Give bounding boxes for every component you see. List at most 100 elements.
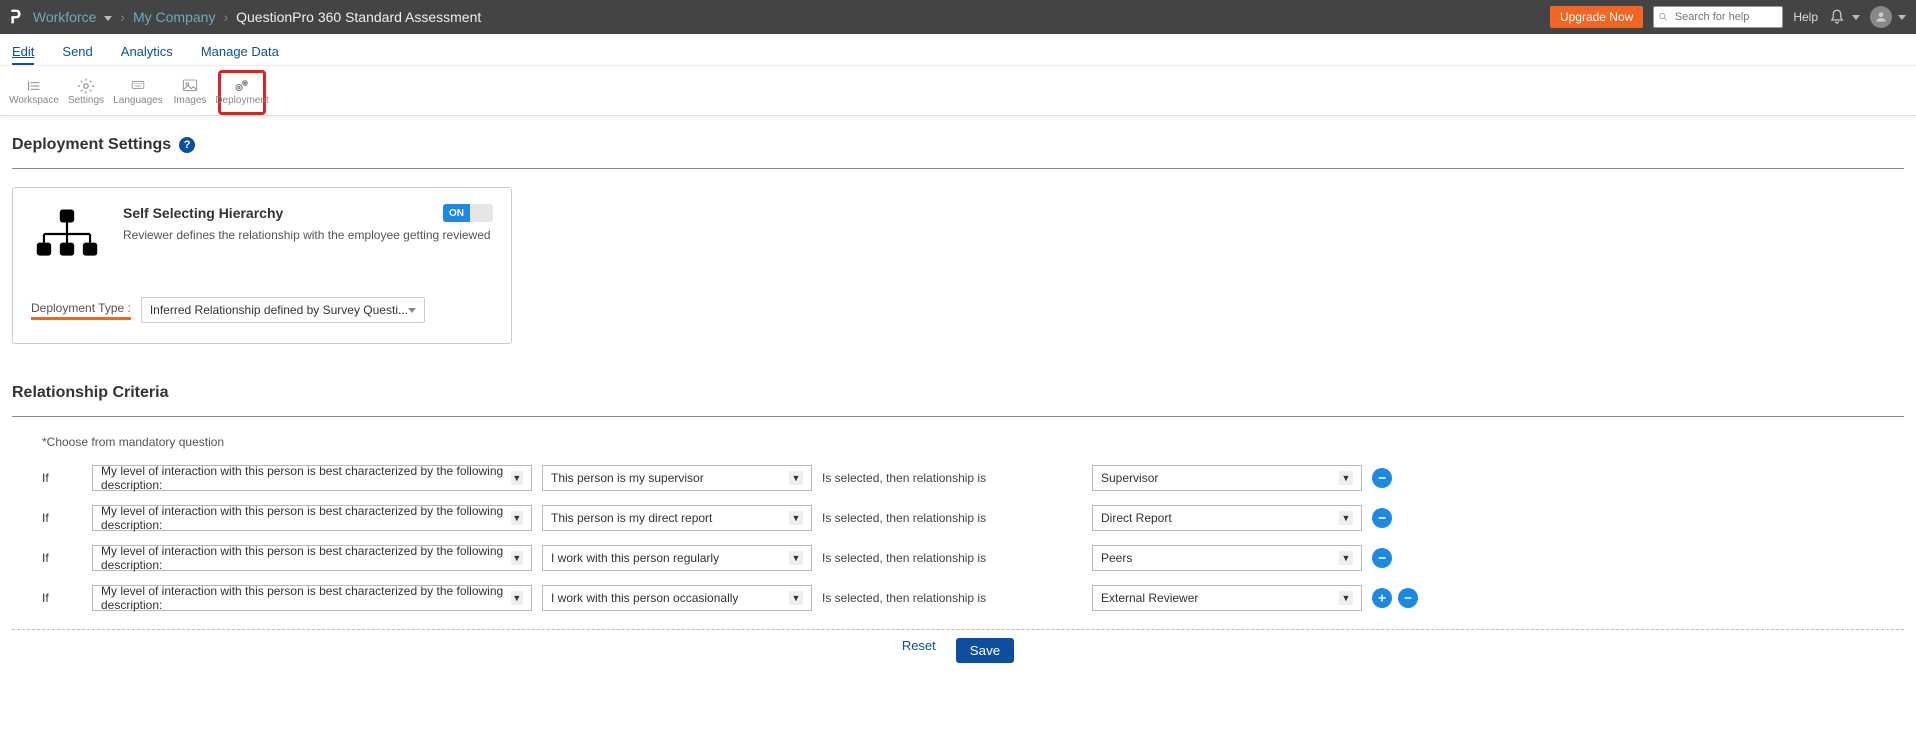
answer-select[interactable]: This person is my supervisor ▼ bbox=[542, 465, 812, 491]
deployment-card-title: Self Selecting Hierarchy bbox=[123, 205, 283, 221]
relationship-value: Peers bbox=[1101, 551, 1132, 565]
remove-row-button[interactable] bbox=[1372, 508, 1392, 528]
minus-icon bbox=[1402, 592, 1414, 604]
if-label: If bbox=[42, 591, 82, 605]
answer-select[interactable]: This person is my direct report ▼ bbox=[542, 505, 812, 531]
chevron-down-icon: ▼ bbox=[1339, 551, 1353, 565]
minus-icon bbox=[1376, 552, 1388, 564]
criteria-row: If My level of interaction with this per… bbox=[12, 583, 1904, 630]
remove-row-button[interactable] bbox=[1372, 468, 1392, 488]
criteria-section-title-text: Relationship Criteria bbox=[12, 384, 168, 402]
tool-workspace[interactable]: Workspace bbox=[10, 70, 58, 115]
answer-value: This person is my direct report bbox=[551, 511, 712, 525]
reset-button[interactable]: Reset bbox=[902, 638, 936, 663]
if-label: If bbox=[42, 471, 82, 485]
plus-icon bbox=[1376, 592, 1388, 604]
row-actions bbox=[1372, 548, 1432, 568]
criteria-row: If My level of interaction with this per… bbox=[12, 543, 1904, 573]
help-link[interactable]: Help bbox=[1793, 10, 1818, 24]
chevron-down-icon: ▼ bbox=[789, 471, 803, 485]
chevron-down-icon: ▼ bbox=[1339, 471, 1353, 485]
remove-row-button[interactable] bbox=[1398, 588, 1418, 608]
tool-settings-label: Settings bbox=[68, 95, 104, 106]
row-actions bbox=[1372, 468, 1432, 488]
relationship-select[interactable]: Supervisor ▼ bbox=[1092, 465, 1362, 491]
avatar bbox=[1870, 6, 1892, 28]
criteria-mid-text: Is selected, then relationship is bbox=[822, 591, 1082, 605]
remove-row-button[interactable] bbox=[1372, 548, 1392, 568]
chevron-down-icon: ▼ bbox=[511, 551, 523, 565]
deployment-card-header: Self Selecting Hierarchy ON bbox=[123, 204, 493, 222]
relationship-value: Supervisor bbox=[1101, 471, 1158, 485]
if-label: If bbox=[42, 551, 82, 565]
deployment-type-value: Inferred Relationship defined by Survey … bbox=[150, 303, 408, 317]
criteria-mid-text: Is selected, then relationship is bbox=[822, 551, 1082, 565]
toggle-on-label: ON bbox=[443, 204, 470, 222]
bell-icon bbox=[1828, 8, 1846, 26]
save-button[interactable]: Save bbox=[956, 638, 1014, 663]
relationship-select[interactable]: Peers ▼ bbox=[1092, 545, 1362, 571]
answer-value: This person is my supervisor bbox=[551, 471, 704, 485]
hierarchy-icon bbox=[31, 204, 103, 267]
tool-languages-label: Languages bbox=[113, 95, 163, 106]
chevron-down-icon bbox=[408, 308, 416, 313]
criteria-section-title: Relationship Criteria bbox=[12, 384, 1904, 402]
relationship-select[interactable]: External Reviewer ▼ bbox=[1092, 585, 1362, 611]
relationship-value: Direct Report bbox=[1101, 511, 1172, 525]
upgrade-button[interactable]: Upgrade Now bbox=[1550, 6, 1643, 28]
minus-icon bbox=[1376, 512, 1388, 524]
tool-languages[interactable]: Languages bbox=[114, 70, 162, 115]
gears-icon bbox=[230, 77, 254, 95]
question-value: My level of interaction with this person… bbox=[101, 464, 511, 492]
self-selecting-toggle[interactable]: ON bbox=[443, 204, 493, 222]
criteria-mid-text: Is selected, then relationship is bbox=[822, 511, 1082, 525]
breadcrumb-product[interactable]: Workforce bbox=[33, 9, 112, 25]
tab-manage-data[interactable]: Manage Data bbox=[201, 40, 279, 65]
deployment-card-desc: Reviewer defines the relationship with t… bbox=[123, 228, 493, 242]
criteria-hint: *Choose from mandatory question bbox=[42, 435, 1904, 449]
deployment-type-row: Deployment Type : Inferred Relationship … bbox=[31, 297, 493, 323]
deployment-type-select[interactable]: Inferred Relationship defined by Survey … bbox=[141, 297, 425, 323]
answer-select[interactable]: I work with this person regularly ▼ bbox=[542, 545, 812, 571]
chevron-down-icon bbox=[104, 16, 112, 21]
tab-edit[interactable]: Edit bbox=[12, 40, 34, 65]
question-select[interactable]: My level of interaction with this person… bbox=[92, 585, 532, 611]
add-row-button[interactable] bbox=[1372, 588, 1392, 608]
deployment-card: Self Selecting Hierarchy ON Reviewer def… bbox=[12, 187, 512, 344]
question-value: My level of interaction with this person… bbox=[101, 584, 511, 612]
tool-images[interactable]: Images bbox=[166, 70, 214, 115]
main-tabs: Edit Send Analytics Manage Data bbox=[0, 34, 1916, 66]
content: Deployment Settings ? Self Selecting Hie… bbox=[0, 116, 1916, 695]
tool-settings[interactable]: Settings bbox=[62, 70, 110, 115]
tool-deployment[interactable]: Deployment bbox=[218, 70, 266, 115]
chevron-down-icon: ▼ bbox=[511, 591, 523, 605]
tool-workspace-label: Workspace bbox=[9, 95, 59, 106]
search-input[interactable] bbox=[1673, 10, 1779, 24]
user-menu[interactable] bbox=[1870, 6, 1906, 28]
breadcrumb-company[interactable]: My Company bbox=[133, 9, 215, 25]
relationship-select[interactable]: Direct Report ▼ bbox=[1092, 505, 1362, 531]
chevron-down-icon bbox=[1898, 15, 1906, 20]
list-icon bbox=[22, 77, 46, 95]
answer-select[interactable]: I work with this person occasionally ▼ bbox=[542, 585, 812, 611]
answer-value: I work with this person regularly bbox=[551, 551, 719, 565]
tab-send[interactable]: Send bbox=[62, 40, 92, 65]
chevron-down-icon: ▼ bbox=[1339, 511, 1353, 525]
person-icon bbox=[1874, 10, 1888, 24]
divider bbox=[12, 168, 1904, 169]
chevron-down-icon: ▼ bbox=[511, 511, 523, 525]
tab-analytics[interactable]: Analytics bbox=[121, 40, 173, 65]
row-actions bbox=[1372, 508, 1432, 528]
if-label: If bbox=[42, 511, 82, 525]
chevron-down-icon bbox=[1852, 15, 1860, 20]
notifications-dropdown[interactable] bbox=[1828, 8, 1860, 26]
search-help[interactable] bbox=[1653, 6, 1783, 28]
question-select[interactable]: My level of interaction with this person… bbox=[92, 545, 532, 571]
topbar: ᕈ Workforce › My Company › QuestionPro 3… bbox=[0, 0, 1916, 34]
help-icon[interactable]: ? bbox=[179, 137, 195, 153]
question-select[interactable]: My level of interaction with this person… bbox=[92, 465, 532, 491]
breadcrumb-assessment: QuestionPro 360 Standard Assessment bbox=[236, 9, 481, 25]
question-select[interactable]: My level of interaction with this person… bbox=[92, 505, 532, 531]
relationship-value: External Reviewer bbox=[1101, 591, 1198, 605]
footer-actions: Reset Save bbox=[12, 638, 1904, 663]
